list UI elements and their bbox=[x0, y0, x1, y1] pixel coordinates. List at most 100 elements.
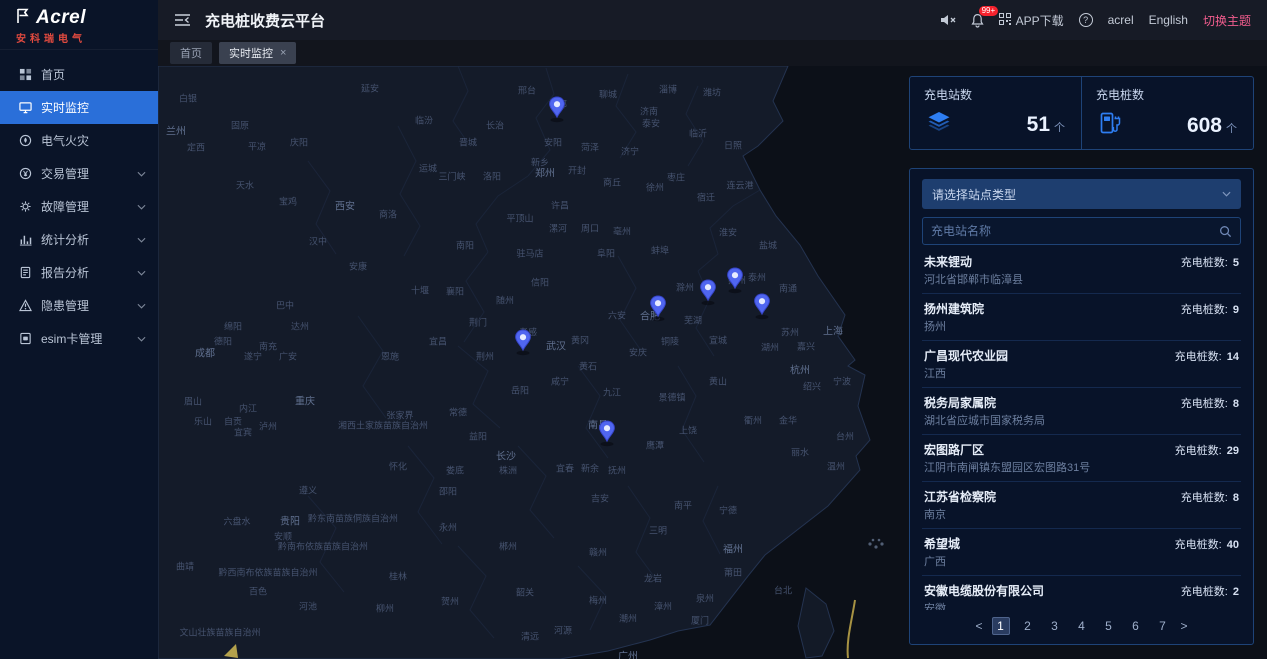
hazard-icon bbox=[18, 299, 32, 312]
station-name: 江苏省检察院 bbox=[924, 490, 996, 504]
station-location: 江阴市南闸镇东盟园区宏图路31号 bbox=[924, 462, 1239, 475]
help-icon[interactable]: ? bbox=[1079, 13, 1093, 27]
station-list-item[interactable]: 扬州建筑院充电桩数: 9扬州 bbox=[922, 294, 1241, 341]
acrel-logo-icon bbox=[16, 8, 31, 29]
map-city-label: 广州 bbox=[618, 648, 638, 659]
pagination-next[interactable]: > bbox=[1181, 619, 1188, 633]
map-city-label: 三门峡 bbox=[438, 170, 465, 183]
map-city-label: 九江 bbox=[603, 386, 621, 399]
map-city-label: 菏泽 bbox=[581, 141, 599, 154]
pagination-page-6[interactable]: 6 bbox=[1127, 617, 1145, 635]
map-city-label: 定西 bbox=[187, 141, 205, 154]
map-city-label: 晋城 bbox=[459, 136, 477, 149]
map-city-label: 黔东南苗族侗族自治州 bbox=[308, 512, 398, 525]
station-name: 扬州建筑院 bbox=[924, 302, 984, 316]
station-list-item[interactable]: 税务局家属院充电桩数: 8湖北省应城市国家税务局 bbox=[922, 388, 1241, 435]
map-city-label: 铜陵 bbox=[661, 335, 679, 348]
map-city-label: 枣庄 bbox=[667, 171, 685, 184]
station-count-stat: 充电站数 51个 bbox=[910, 77, 1081, 149]
station-location: 江西 bbox=[924, 368, 1239, 381]
map-station-pin[interactable] bbox=[648, 295, 668, 327]
sidebar-item-realtime-monitor[interactable]: 实时监控 bbox=[0, 91, 158, 124]
map-canvas[interactable]: 白银延安临汾邢台邯郸聊城淄博潍坊济南泰安兰州定西固原平凉庆阳长治晋城安阳新乡菏泽… bbox=[158, 66, 1267, 659]
map-city-label: 丽水 bbox=[791, 446, 809, 459]
station-location: 广西 bbox=[924, 556, 1239, 569]
map-station-pin[interactable] bbox=[725, 267, 745, 299]
pagination-page-4[interactable]: 4 bbox=[1073, 617, 1091, 635]
map-city-label: 新余 bbox=[581, 462, 599, 475]
map-city-label: 咸宁 bbox=[551, 375, 569, 388]
station-list-item[interactable]: 宏图路厂区充电桩数: 29江阴市南闸镇东盟园区宏图路31号 bbox=[922, 435, 1241, 482]
map-city-label: 驻马店 bbox=[516, 247, 543, 260]
station-list-item[interactable]: 希望城充电桩数: 40广西 bbox=[922, 529, 1241, 576]
map-city-label: 连云港 bbox=[726, 179, 753, 192]
map-city-label: 湖州 bbox=[761, 341, 779, 354]
sidebar-item-fault[interactable]: 故障管理 bbox=[0, 190, 158, 223]
pagination-page-1[interactable]: 1 bbox=[992, 617, 1010, 635]
station-list-item[interactable]: 安徽电缆股份有限公司充电桩数: 2安徽 bbox=[922, 576, 1241, 610]
pile-count-stat: 充电桩数 608个 bbox=[1081, 77, 1253, 149]
tab-0[interactable]: 首页 bbox=[170, 42, 212, 64]
map-city-label: 邢台 bbox=[518, 84, 536, 97]
station-location: 安徽 bbox=[924, 603, 1239, 610]
station-type-select[interactable]: 请选择站点类型 bbox=[922, 179, 1241, 209]
map-city-label: 莆田 bbox=[724, 566, 742, 579]
map-city-label: 平顶山 bbox=[506, 212, 533, 225]
map-city-label: 常德 bbox=[449, 406, 467, 419]
app-download[interactable]: APP下载 bbox=[999, 12, 1064, 29]
station-name: 安徽电缆股份有限公司 bbox=[924, 584, 1044, 598]
pagination-page-3[interactable]: 3 bbox=[1046, 617, 1064, 635]
pile-count-label: 充电桩数 bbox=[1096, 86, 1239, 103]
pagination-page-7[interactable]: 7 bbox=[1154, 617, 1172, 635]
map-station-pin[interactable] bbox=[513, 329, 533, 361]
language-switch[interactable]: English bbox=[1149, 13, 1188, 27]
map-city-label: 厦门 bbox=[691, 614, 709, 627]
map-station-pin[interactable] bbox=[597, 420, 617, 452]
map-city-label: 西安 bbox=[335, 198, 355, 213]
chevron-down-icon bbox=[137, 270, 146, 276]
sidebar-item-hazard[interactable]: 隐患管理 bbox=[0, 289, 158, 322]
theme-switch[interactable]: 切换主题 bbox=[1203, 12, 1251, 29]
sidebar-item-electric-fire[interactable]: 电气火灾 bbox=[0, 124, 158, 157]
map-city-label: 日照 bbox=[724, 139, 742, 152]
map-city-label: 兰州 bbox=[166, 123, 186, 138]
station-list-item[interactable]: 广昌现代农业园充电桩数: 14江西 bbox=[922, 341, 1241, 388]
tab-close-icon[interactable]: × bbox=[280, 47, 286, 59]
map-city-label: 台北 bbox=[774, 584, 792, 597]
sidebar-collapse-icon[interactable] bbox=[174, 13, 191, 27]
search-icon[interactable] bbox=[1219, 225, 1232, 238]
map-city-label: 芜湖 bbox=[684, 314, 702, 327]
station-location: 扬州 bbox=[924, 321, 1239, 334]
username[interactable]: acrel bbox=[1108, 13, 1134, 27]
pagination-page-5[interactable]: 5 bbox=[1100, 617, 1118, 635]
map-city-label: 抚州 bbox=[608, 464, 626, 477]
mute-icon[interactable] bbox=[940, 14, 956, 26]
map-city-label: 聊城 bbox=[599, 88, 617, 101]
report-icon bbox=[18, 266, 32, 279]
map-station-pin[interactable] bbox=[698, 279, 718, 311]
map-city-label: 鹰潭 bbox=[646, 439, 664, 452]
station-list-item[interactable]: 未来锂动充电桩数: 5河北省邯郸市临漳县 bbox=[922, 247, 1241, 294]
map-city-label: 上饶 bbox=[679, 424, 697, 437]
sidebar-item-report[interactable]: 报告分析 bbox=[0, 256, 158, 289]
pagination-page-2[interactable]: 2 bbox=[1019, 617, 1037, 635]
notification-bell[interactable]: 99+ bbox=[971, 13, 984, 28]
map-station-pin[interactable] bbox=[752, 293, 772, 325]
transaction-icon bbox=[18, 167, 32, 180]
map-city-label: 河源 bbox=[554, 624, 572, 637]
pagination-prev[interactable]: < bbox=[975, 619, 982, 633]
map-city-label: 梅州 bbox=[589, 594, 607, 607]
tab-1[interactable]: 实时监控× bbox=[219, 42, 296, 64]
sidebar-item-esim[interactable]: esim卡管理 bbox=[0, 322, 158, 355]
map-city-label: 汉中 bbox=[309, 235, 327, 248]
sidebar-item-transaction[interactable]: 交易管理 bbox=[0, 157, 158, 190]
fault-icon bbox=[18, 200, 32, 213]
stats-card: 充电站数 51个 充电桩数 608个 bbox=[909, 76, 1254, 150]
map-city-label: 岳阳 bbox=[511, 384, 529, 397]
map-city-label: 泰安 bbox=[642, 117, 660, 130]
sidebar-item-statistics[interactable]: 统计分析 bbox=[0, 223, 158, 256]
station-list-item[interactable]: 江苏省检察院充电桩数: 8南京 bbox=[922, 482, 1241, 529]
map-station-pin[interactable] bbox=[547, 96, 567, 128]
sidebar-item-home[interactable]: 首页 bbox=[0, 58, 158, 91]
station-search-input[interactable] bbox=[931, 224, 1219, 238]
